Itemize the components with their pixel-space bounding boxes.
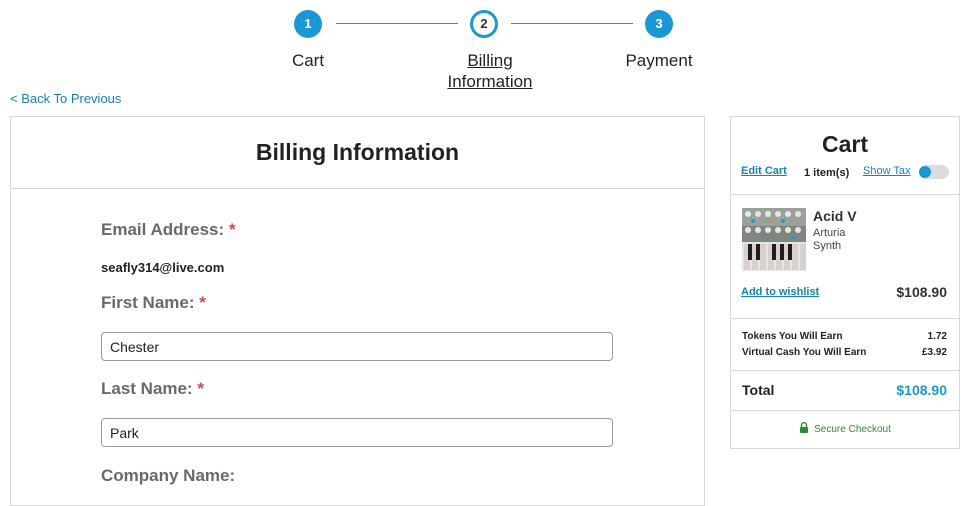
step-3-label[interactable]: Payment: [614, 50, 704, 71]
step-2-indicator[interactable]: 2: [470, 10, 498, 38]
toggle-knob: [919, 166, 931, 178]
virtual-cash-earn-value: £3.92: [921, 347, 947, 358]
cart-divider: [731, 194, 959, 195]
billing-panel: Billing Information Email Address: * sea…: [10, 116, 705, 506]
virtual-cash-earn-label: Virtual Cash You Will Earn: [742, 347, 867, 358]
step-1-indicator[interactable]: 1: [294, 10, 322, 38]
step-connector-1: [336, 23, 458, 24]
step-2-label-line1: Billing: [467, 51, 513, 70]
checkout-stepper: 1 2 3 Cart Billing Information Payment: [0, 0, 975, 92]
cart-divider: [731, 318, 959, 319]
add-to-wishlist-link[interactable]: Add to wishlist: [741, 286, 819, 298]
cart-item-count: 1 item(s): [804, 167, 850, 179]
total-label: Total: [742, 382, 775, 398]
required-marker: *: [199, 293, 206, 312]
synth-thumbnail-icon[interactable]: [742, 208, 806, 271]
last-name-label-text: Last Name:: [101, 379, 193, 398]
show-tax-link[interactable]: Show Tax: [863, 165, 911, 177]
tokens-earn-value: 1.72: [927, 331, 947, 342]
email-value: seafly314@live.com: [101, 260, 225, 275]
billing-title: Billing Information: [11, 117, 704, 189]
first-name-label-text: First Name:: [101, 293, 195, 312]
cart-divider: [731, 410, 959, 411]
first-name-field[interactable]: [101, 332, 613, 361]
secure-checkout-label: Secure Checkout: [814, 424, 891, 435]
step-3-indicator[interactable]: 3: [645, 10, 673, 38]
required-marker: *: [197, 379, 204, 398]
cart-title: Cart: [821, 131, 868, 157]
product-brand: Arturia: [813, 227, 846, 239]
step-1-label[interactable]: Cart: [268, 50, 348, 71]
email-label-text: Email Address:: [101, 220, 225, 239]
edit-cart-link[interactable]: Edit Cart: [741, 165, 787, 177]
cart-divider: [731, 370, 959, 371]
back-to-previous-link[interactable]: < Back To Previous: [10, 91, 121, 106]
product-category: Synth: [813, 240, 842, 252]
step-2-label-line2: Information: [447, 72, 533, 91]
total-value: $108.90: [896, 382, 947, 398]
cart-summary-panel: Cart Edit Cart 1 item(s) Show Tax Acid V…: [730, 116, 960, 449]
tokens-earn-label: Tokens You Will Earn: [742, 331, 843, 342]
last-name-label: Last Name: *: [101, 379, 204, 399]
step-connector-2: [511, 23, 633, 24]
last-name-field[interactable]: [101, 418, 613, 447]
show-tax-toggle[interactable]: [919, 165, 949, 179]
company-name-label: Company Name:: [101, 466, 236, 485]
step-2-label[interactable]: Billing Information: [430, 50, 550, 92]
product-price: $108.90: [896, 284, 947, 300]
required-marker: *: [228, 220, 236, 239]
lock-icon: [799, 422, 809, 436]
secure-checkout: Secure Checkout: [731, 422, 959, 436]
product-name[interactable]: Acid V: [813, 208, 857, 224]
first-name-label: First Name: *: [101, 293, 206, 313]
email-label: Email Address: *: [101, 220, 236, 240]
